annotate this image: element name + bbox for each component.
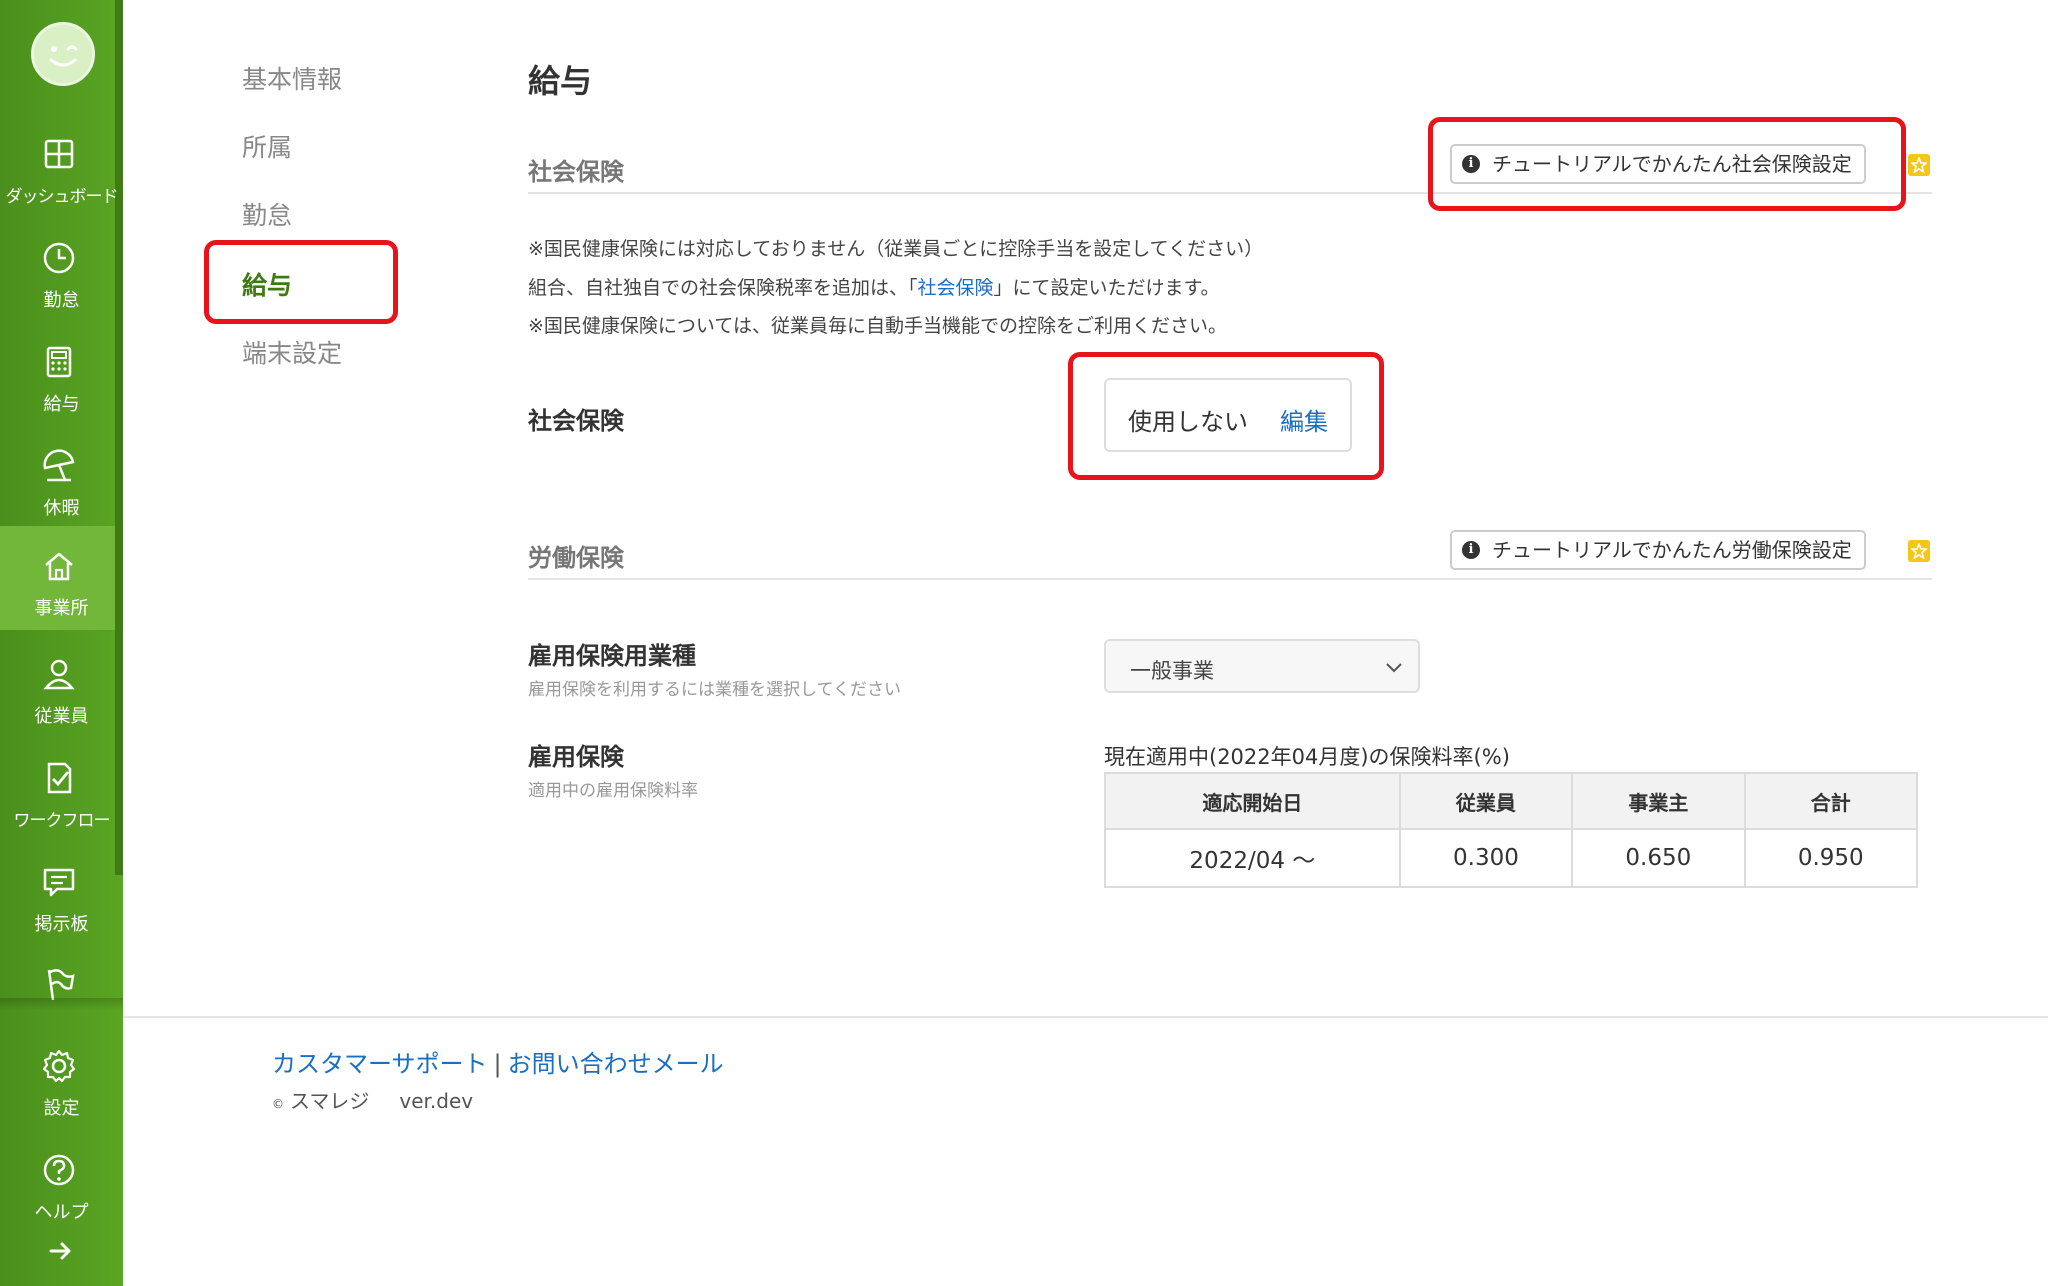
social-insurance-note-2: 組合、自社独自での社会保険税率を追加は、「社会保険」にて設定いただけます。 <box>528 273 1220 300</box>
company-name: スマレジ <box>290 1089 370 1113</box>
note-2-prefix: 組合、自社独自での社会保険税率を追加は、「 <box>528 277 918 299</box>
subnav-item-basic-info[interactable]: 基本情報 <box>242 60 342 96</box>
business-type-select[interactable]: 一般事業 <box>1104 639 1420 693</box>
sidebar-item-bulletin[interactable]: 掲示板 <box>0 842 115 946</box>
copyright: © スマレジ ver.dev <box>272 1085 473 1114</box>
help-icon <box>43 1154 75 1186</box>
sidebar-label-settings: 設定 <box>43 1098 80 1119</box>
sidebar-divider <box>0 998 123 1010</box>
employment-insurance-hint: 適用中の雇用保険料率 <box>528 781 698 801</box>
sidebar-item-help[interactable]: ヘルプ <box>0 1130 115 1234</box>
flag-icon <box>47 969 75 1001</box>
app-logo[interactable] <box>31 22 95 86</box>
sidebar-label-leave: 休暇 <box>43 498 80 519</box>
sidebar-label-help: ヘルプ <box>34 1202 89 1223</box>
subnav-item-affiliation[interactable]: 所属 <box>242 128 292 164</box>
sidebar-label-payroll: 給与 <box>43 394 80 415</box>
footer-links: カスタマーサポート | お問い合わせメール <box>272 1044 724 1079</box>
chevron-down-icon <box>1386 663 1402 673</box>
labor-insurance-tutorial-label: チュートリアルでかんたん労働保険設定 <box>1492 538 1852 562</box>
note-2-suffix: 」にて設定いただけます。 <box>993 277 1220 299</box>
cell-employer-rate: 0.650 <box>1571 828 1746 888</box>
subnav-item-attendance[interactable]: 勤怠 <box>242 196 292 232</box>
sidebar: ダッシュボード 勤怠 給与 休暇 事業所 従業員 ワークフロー 掲示板 設定 ヘ… <box>0 0 123 1286</box>
sidebar-item-leave[interactable]: 休暇 <box>0 426 115 530</box>
sidebar-item-dashboard[interactable]: ダッシュボード <box>0 114 119 218</box>
subnav-item-terminal-settings[interactable]: 端末設定 <box>242 334 342 370</box>
highlight-social-status <box>1068 352 1384 480</box>
sidebar-label-bulletin: 掲示板 <box>34 914 89 935</box>
version-label: ver.dev <box>399 1089 474 1113</box>
employment-insurance-label: 雇用保険 <box>528 743 624 771</box>
sidebar-label-dashboard: ダッシュボード <box>5 187 119 207</box>
rate-caption: 現在適用中(2022年04月度)の保険料率(%) <box>1104 745 1510 769</box>
social-insurance-field-label: 社会保険 <box>528 407 624 435</box>
column-header-start-date: 適応開始日 <box>1104 772 1401 830</box>
social-insurance-link[interactable]: 社会保険 <box>918 277 994 299</box>
social-insurance-note-1: ※国民健康保険には対応しておりません（従業員ごとに控除手当を設定してください） <box>528 238 1264 260</box>
sidebar-label-attendance: 勤怠 <box>43 290 80 311</box>
contact-mail-link[interactable]: お問い合わせメール <box>508 1050 724 1078</box>
clock-icon <box>43 242 75 274</box>
business-type-label: 雇用保険用業種 <box>528 642 696 670</box>
sidebar-item-office[interactable]: 事業所 <box>0 526 115 630</box>
cell-start-date: 2022/04 〜 <box>1104 828 1401 888</box>
insurance-rate-table: 適応開始日 従業員 事業主 合計 2022/04 〜 0.300 0.650 0… <box>1104 772 1919 888</box>
gear-icon <box>42 1049 76 1083</box>
footer-divider <box>123 1016 2048 1018</box>
home-icon <box>45 552 73 581</box>
message-board-icon <box>43 868 75 897</box>
favorite-star-icon[interactable] <box>1908 154 1930 176</box>
highlight-social-tutorial <box>1428 117 1906 211</box>
column-header-employer: 事業主 <box>1571 772 1746 830</box>
business-type-value: 一般事業 <box>1130 659 1214 683</box>
cell-employee-rate: 0.300 <box>1398 828 1574 888</box>
highlight-payroll-subnav <box>204 240 398 324</box>
favorite-star-icon[interactable] <box>1908 540 1930 562</box>
sidebar-item-payroll[interactable]: 給与 <box>0 322 115 426</box>
person-icon <box>43 659 75 690</box>
social-insurance-note-3: ※国民健康保険については、従業員毎に自動手当機能での控除をご利用ください。 <box>528 315 1227 337</box>
dashboard-icon <box>44 139 74 169</box>
expand-arrow-icon[interactable] <box>48 1238 74 1264</box>
footer-separator: | <box>493 1050 502 1078</box>
copyright-symbol: © <box>272 1097 284 1111</box>
labor-insurance-tutorial-button[interactable]: i チュートリアルでかんたん労働保険設定 <box>1450 530 1866 570</box>
sidebar-item-attendance[interactable]: 勤怠 <box>0 218 115 322</box>
business-type-hint: 雇用保険を利用するには業種を選択してください <box>528 680 901 700</box>
page-title: 給与 <box>528 62 593 100</box>
sidebar-item-employees[interactable]: 従業員 <box>0 634 115 738</box>
sidebar-scrollbar[interactable] <box>115 0 123 875</box>
social-insurance-heading: 社会保険 <box>528 158 624 186</box>
sidebar-label-workflow: ワークフロー <box>13 811 111 831</box>
info-icon: i <box>1462 541 1480 559</box>
sidebar-item-settings[interactable]: 設定 <box>0 1026 115 1130</box>
sidebar-item-workflow[interactable]: ワークフロー <box>0 738 115 842</box>
sidebar-label-office: 事業所 <box>34 598 89 619</box>
sidebar-item-flag[interactable] <box>0 946 115 1001</box>
calculator-icon <box>46 346 72 378</box>
sidebar-label-employees: 従業員 <box>34 706 89 727</box>
column-header-employee: 従業員 <box>1398 772 1574 830</box>
column-header-total: 合計 <box>1743 772 1919 830</box>
cell-total-rate: 0.950 <box>1743 828 1919 888</box>
customer-support-link[interactable]: カスタマーサポート <box>272 1050 488 1078</box>
table-row: 2022/04 〜 0.300 0.650 0.950 <box>1104 828 1919 888</box>
table-header-row: 適応開始日 従業員 事業主 合計 <box>1104 772 1919 830</box>
labor-insurance-heading: 労働保険 <box>528 544 624 572</box>
beach-umbrella-icon <box>43 449 75 482</box>
checklist-icon <box>47 762 72 794</box>
